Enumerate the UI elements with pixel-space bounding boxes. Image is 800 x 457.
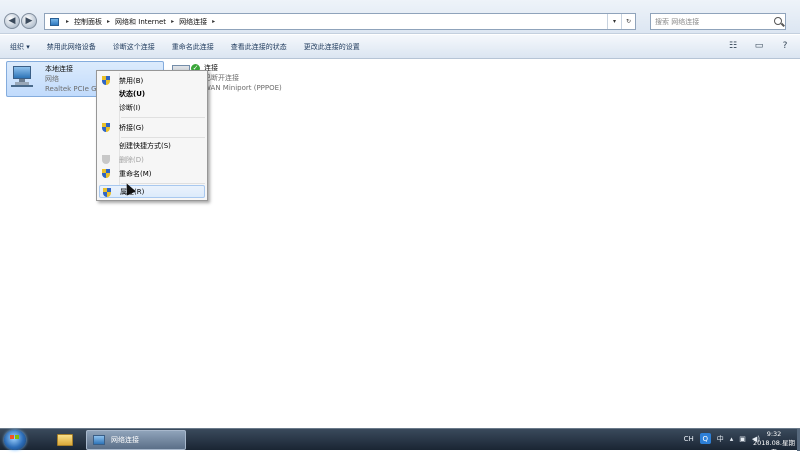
connection-name: 连接 xyxy=(204,64,218,72)
menu-item-label: 禁用(B) xyxy=(119,76,144,85)
shield-icon xyxy=(103,188,111,197)
search-placeholder: 搜索 网络连接 xyxy=(655,17,700,26)
qq-icon[interactable]: Q xyxy=(699,433,711,444)
shield-icon xyxy=(102,76,110,85)
context-menu: 禁用(B) 状态(U) 诊断(I) 桥接(G) 创建快捷方式(S) 删除(D) … xyxy=(96,70,208,201)
menu-item-status[interactable]: 状态(U) xyxy=(99,87,205,100)
breadcrumb-network-internet[interactable]: 网络和 Internet xyxy=(115,17,166,27)
menu-item-label: 创建快捷方式(S) xyxy=(119,141,171,150)
connection-info: 本地连接 网络 Realtek PCIe G xyxy=(45,64,97,94)
clock-time: 9:32 xyxy=(766,430,782,438)
menu-item-label: 删除(D) xyxy=(119,155,144,164)
menu-item-disable[interactable]: 禁用(B) xyxy=(99,74,205,87)
explorer-pinned-button[interactable] xyxy=(50,431,80,449)
back-arrow-icon: ◀ xyxy=(8,16,16,26)
network-adapter-icon xyxy=(93,435,105,445)
connection-name: 本地连接 xyxy=(45,65,73,73)
system-tray: CH Q 中 ▴ ▣ ◀) xyxy=(684,433,760,444)
start-button[interactable] xyxy=(4,430,26,450)
breadcrumb-control-panel[interactable]: 控制面板 xyxy=(74,17,102,27)
forward-arrow-icon: ▶ xyxy=(25,16,33,26)
address-dropdown-button[interactable]: ▾ xyxy=(607,14,621,29)
network-tray-icon[interactable]: ▣ xyxy=(739,435,746,443)
change-settings-button[interactable]: 更改此连接的设置 xyxy=(304,42,360,52)
rename-connection-button[interactable]: 重命名此连接 xyxy=(172,42,214,52)
disable-device-button[interactable]: 禁用此网络设备 xyxy=(47,42,96,52)
refresh-button[interactable]: ↻ xyxy=(621,14,635,29)
chevron-right-icon[interactable]: ▸ xyxy=(212,18,215,25)
breadcrumb-network-connections[interactable]: 网络连接 xyxy=(179,17,207,27)
organize-menu[interactable]: 组织 ▾ xyxy=(10,42,30,52)
tray-arrow-icon[interactable]: ▴ xyxy=(730,435,734,443)
taskbar-task-network-connections[interactable]: 网络连接 xyxy=(86,430,186,450)
help-icon[interactable]: ? xyxy=(778,39,792,53)
menu-item-label: 桥接(G) xyxy=(119,123,144,132)
menu-item-label: 状态(U) xyxy=(119,89,146,98)
menu-item-delete: 删除(D) xyxy=(99,153,205,166)
connection-status: 已断开连接 xyxy=(204,74,239,82)
network-folder-icon xyxy=(47,14,61,29)
connection-info: 连接 已断开连接 WAN Miniport (PPPOE) xyxy=(204,63,282,93)
shield-icon xyxy=(102,169,110,178)
chevron-down-icon: ▾ xyxy=(612,18,616,25)
menu-item-label: 重命名(M) xyxy=(119,169,152,178)
folder-icon xyxy=(57,434,73,446)
diagnose-connection-button[interactable]: 诊断这个连接 xyxy=(113,42,155,52)
search-icon xyxy=(774,17,782,25)
view-status-button[interactable]: 查看此连接的状态 xyxy=(231,42,287,52)
search-input[interactable]: 搜索 网络连接 xyxy=(650,13,786,30)
chevron-right-icon[interactable]: ▸ xyxy=(107,18,110,25)
menu-item-bridge[interactable]: 桥接(G) xyxy=(99,121,205,134)
forward-button[interactable]: ▶ xyxy=(21,13,37,29)
address-bar[interactable]: ▸ 控制面板 ▸ 网络和 Internet ▸ 网络连接 ▸ ▾ ↻ xyxy=(44,13,636,30)
menu-item-rename[interactable]: 重命名(M) xyxy=(99,167,205,180)
menu-item-diagnose[interactable]: 诊断(I) xyxy=(99,101,205,114)
network-adapter-icon xyxy=(11,66,33,87)
title-bar: ◀ ▶ ▸ 控制面板 ▸ 网络和 Internet ▸ 网络连接 ▸ ▾ ↻ 搜… xyxy=(0,0,800,34)
preview-pane-icon[interactable]: ▭ xyxy=(752,39,766,53)
refresh-icon: ↻ xyxy=(625,18,632,25)
menu-separator xyxy=(121,183,205,184)
task-label: 网络连接 xyxy=(111,436,139,444)
menu-separator xyxy=(121,137,205,138)
shield-icon xyxy=(102,155,110,164)
command-bar: 组织 ▾ 禁用此网络设备 诊断这个连接 重命名此连接 查看此连接的状态 更改此连… xyxy=(0,35,800,59)
view-options-icon[interactable]: ☷ xyxy=(726,39,740,53)
connection-adapter: WAN Miniport (PPPOE) xyxy=(204,84,282,92)
clock-date: 2018.08.星期五 xyxy=(753,439,795,456)
menu-item-label: 诊断(I) xyxy=(119,103,141,112)
connection-type: 网络 xyxy=(45,75,59,83)
menu-separator xyxy=(121,117,205,118)
ime-mode[interactable]: 中 xyxy=(717,434,724,444)
ime-indicator[interactable]: CH xyxy=(684,435,694,443)
menu-item-properties[interactable]: 属性(R) xyxy=(99,185,205,198)
clock[interactable]: 9:32 2018.08.星期五 xyxy=(752,430,796,457)
taskbar: 网络连接 CH Q 中 ▴ ▣ ◀) 9:32 2018.08.星期五 xyxy=(0,428,800,456)
back-button[interactable]: ◀ xyxy=(4,13,20,29)
chevron-right-icon[interactable]: ▸ xyxy=(171,18,174,25)
chevron-right-icon: ▸ xyxy=(66,18,70,25)
shield-icon xyxy=(102,123,110,132)
connection-adapter: Realtek PCIe G xyxy=(45,85,97,93)
menu-item-create-shortcut[interactable]: 创建快捷方式(S) xyxy=(99,139,205,152)
